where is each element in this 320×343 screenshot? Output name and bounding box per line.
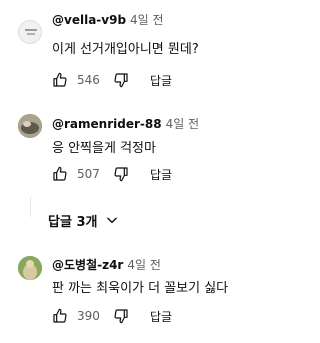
author-handle[interactable]: @도병철-z4r <box>52 258 123 272</box>
thread-line <box>30 197 31 217</box>
timestamp[interactable]: 4일 전 <box>127 258 161 272</box>
comment-header: @도병철-z4r 4일 전 <box>52 256 161 273</box>
comment-actions: 546 답글 <box>52 70 172 90</box>
timestamp[interactable]: 4일 전 <box>166 117 200 131</box>
thumb-down-icon[interactable] <box>113 72 129 88</box>
comment-text: 응 안찍을게 걱정마 <box>52 141 156 156</box>
thumb-up-icon[interactable] <box>52 72 68 88</box>
avatar[interactable] <box>18 256 42 280</box>
reply-button[interactable]: 답글 <box>150 166 172 183</box>
replies-count-label: 답글 3개 <box>48 214 98 230</box>
thumb-up-icon[interactable] <box>52 308 68 324</box>
avatar[interactable] <box>18 114 42 138</box>
comment-actions: 390 답글 <box>52 306 172 326</box>
author-handle[interactable]: @vella-v9b <box>52 13 126 27</box>
comment-header: @ramenrider-88 4일 전 <box>52 115 199 132</box>
thumb-down-icon[interactable] <box>113 308 129 324</box>
like-count: 507 <box>77 167 100 181</box>
comment-header: @vella-v9b 4일 전 <box>52 11 164 28</box>
thumb-down-icon[interactable] <box>113 166 129 182</box>
avatar[interactable] <box>18 20 42 44</box>
comment-actions: 507 답글 <box>52 164 172 184</box>
like-count: 546 <box>77 73 100 87</box>
like-count: 390 <box>77 309 100 323</box>
chevron-down-icon <box>105 213 119 227</box>
author-handle[interactable]: @ramenrider-88 <box>52 117 162 131</box>
reply-button[interactable]: 답글 <box>150 308 172 325</box>
comment-text: 이게 선거개입아니면 뭔데? <box>52 42 199 57</box>
show-replies-button[interactable]: 답글 3개 <box>48 206 119 234</box>
comment-text: 판 까는 최욱이가 더 꼴보기 싫다 <box>52 281 229 296</box>
thumb-up-icon[interactable] <box>52 166 68 182</box>
timestamp[interactable]: 4일 전 <box>130 13 164 27</box>
reply-button[interactable]: 답글 <box>150 72 172 89</box>
